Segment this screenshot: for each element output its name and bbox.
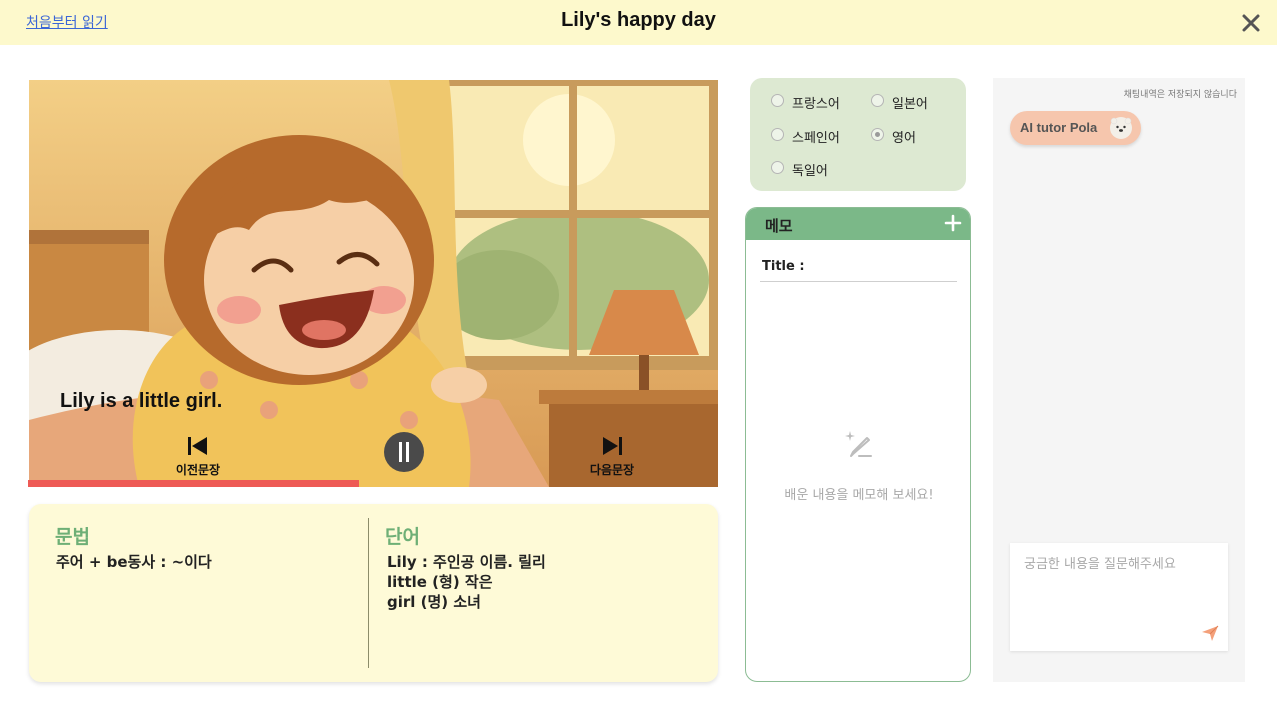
vocabulary-line: Lily : 주인공 이름. 릴리 (387, 553, 546, 571)
story-image (29, 80, 718, 487)
page-title: Lily's happy day (561, 9, 716, 31)
memo-title: 메모 (765, 217, 793, 235)
language-option-label: 일본어 (892, 97, 928, 112)
reading-progress-bar[interactable] (28, 480, 718, 487)
ai-tutor-chat: 채팅내역은 저장되지 않습니다 AI tutor Pola (993, 78, 1245, 682)
skip-previous-icon (188, 437, 207, 455)
chat-question-input[interactable] (1024, 553, 1214, 623)
restart-reading-link[interactable]: 처음부터 읽기 (26, 12, 108, 32)
vocabulary-line: girl (명) 소녀 (387, 593, 481, 611)
chat-history-notice: 채팅내역은 저장되지 않습니다 (1123, 90, 1237, 100)
memo-empty-message: 배운 내용을 메모해 보세요! (784, 488, 934, 503)
radio-button[interactable] (771, 128, 784, 141)
ai-tutor-badge: AI tutor Pola (1010, 111, 1141, 145)
radio-button[interactable] (871, 94, 884, 107)
memo-title-underline (760, 281, 957, 282)
grammar-title: 문법 (55, 526, 90, 548)
radio-button[interactable] (771, 161, 784, 174)
plus-icon[interactable] (943, 213, 963, 233)
next-sentence-button[interactable]: 다음문장 (579, 436, 645, 478)
radio-button-selected[interactable] (871, 128, 884, 141)
previous-sentence-button[interactable]: 이전문장 (165, 436, 231, 478)
story-caption: Lily is a little girl. (60, 390, 223, 412)
vocabulary-title: 단어 (385, 526, 420, 548)
send-icon[interactable] (1200, 623, 1220, 643)
memo-panel: 메모 Title : 배운 내용을 메모해 보세요! (745, 207, 971, 682)
radio-button[interactable] (771, 94, 784, 107)
vocabulary-line: little (형) 작은 (387, 573, 493, 591)
memo-title-label: Title : (762, 259, 805, 274)
top-bar: 처음부터 읽기 Lily's happy day (0, 0, 1277, 45)
chat-input-box (1010, 543, 1228, 651)
next-sentence-label: 다음문장 (589, 463, 635, 477)
skip-next-icon (603, 437, 622, 455)
study-divider (368, 518, 369, 668)
reading-progress-fill (28, 480, 360, 487)
grammar-content: 주어 + be동사 : ~이다 (56, 552, 212, 572)
language-option-label: 프랑스어 (792, 97, 840, 112)
ai-tutor-name: AI tutor Pola (1020, 120, 1098, 135)
study-panel: 문법 주어 + be동사 : ~이다 단어 Lily : 주인공 이름. 릴리 … (29, 504, 718, 682)
language-option-label: 영어 (892, 131, 916, 146)
grammar-line: 주어 + be동사 : ~이다 (56, 553, 212, 571)
previous-sentence-label: 이전문장 (175, 463, 221, 477)
language-option-label: 스페인어 (792, 131, 840, 146)
vocabulary-content: Lily : 주인공 이름. 릴리 little (형) 작은 girl (명)… (387, 552, 546, 612)
polar-bear-icon (1110, 117, 1132, 139)
language-selector: 프랑스어 일본어 스페인어 영어 독일어 (750, 78, 966, 191)
pause-button[interactable] (384, 432, 424, 472)
pencil-sparkle-icon (845, 431, 872, 457)
close-icon[interactable] (1239, 11, 1263, 35)
story-illustration: Lily is a little girl. 이전문장 다음문장 (29, 80, 718, 487)
memo-title-input[interactable] (801, 254, 956, 278)
language-option-label: 독일어 (792, 164, 828, 179)
memo-header: 메모 (746, 208, 970, 240)
